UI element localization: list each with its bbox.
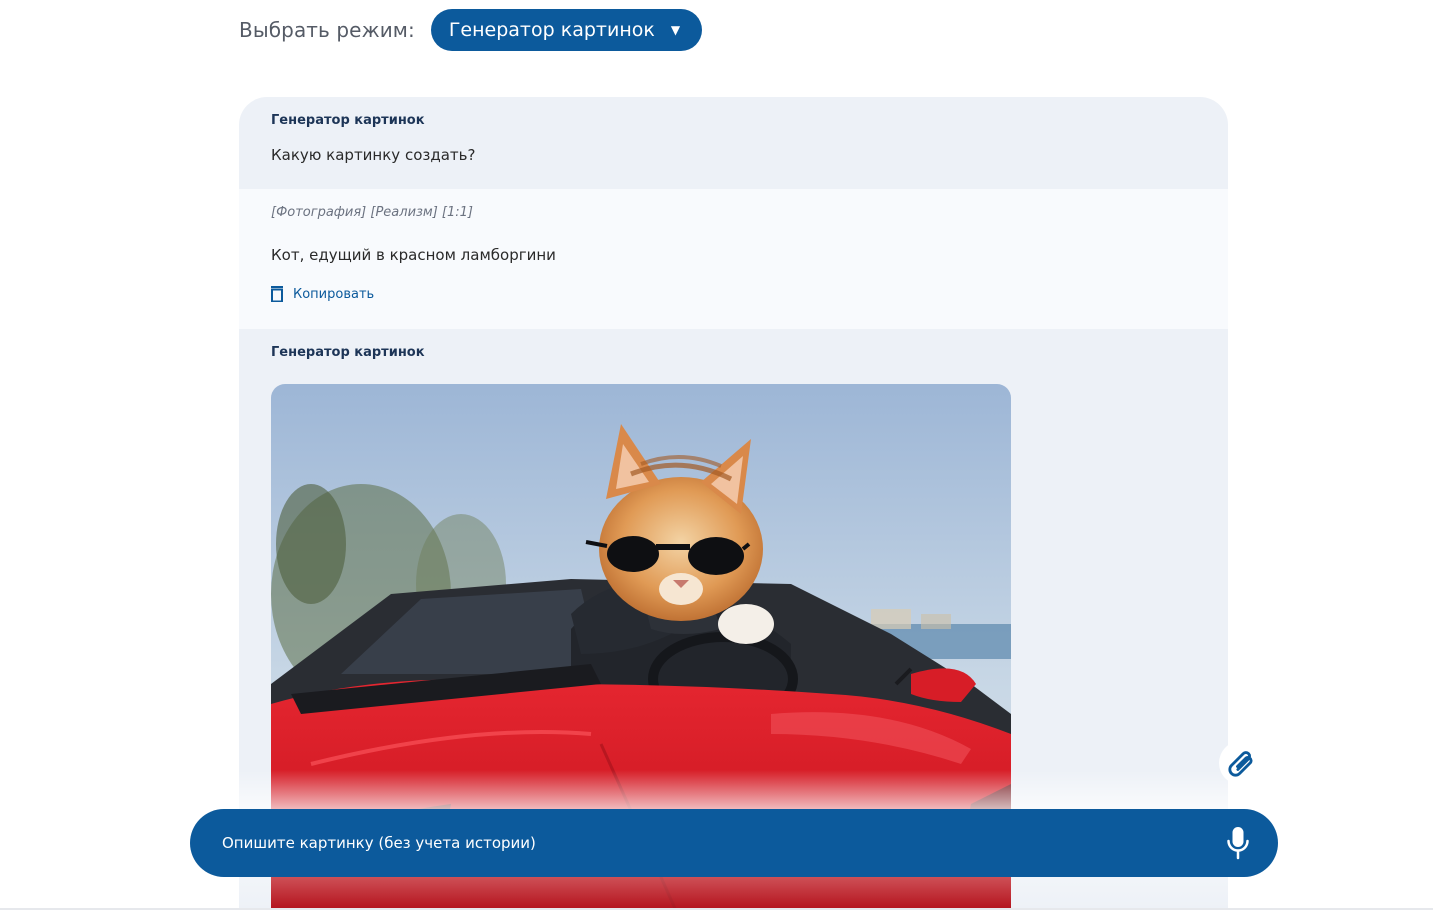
mode-selector-bar: Выбрать режим: Генератор картинок ▼ <box>239 9 703 51</box>
message-text: Какую картинку создать? <box>271 146 476 164</box>
chat-history[interactable]: Генератор картинок Какую картинку создат… <box>239 97 1228 910</box>
message-sender: Генератор картинок <box>271 113 425 128</box>
microphone-icon <box>1227 827 1249 860</box>
message-sender: Генератор картинок <box>271 345 425 360</box>
prompt-tags: [Фотография] [Реализм] [1:1] <box>271 205 474 220</box>
mode-label: Выбрать режим: <box>239 18 415 42</box>
paperclip-icon <box>1228 751 1253 777</box>
copy-icon <box>271 286 283 302</box>
caret-down-icon: ▼ <box>670 23 681 37</box>
copy-button[interactable]: Копировать <box>271 286 374 302</box>
mic-button[interactable] <box>1224 825 1252 861</box>
mode-dropdown[interactable]: Генератор картинок ▼ <box>430 9 703 51</box>
prompt-input[interactable] <box>222 834 1224 852</box>
prompt-composer <box>190 809 1278 877</box>
mode-dropdown-value: Генератор картинок <box>448 19 655 41</box>
copy-label: Копировать <box>293 286 375 302</box>
user-prompt-text: Кот, едущий в красном ламборгини <box>271 246 556 264</box>
attach-button[interactable] <box>1219 741 1263 785</box>
user-message: [Фотография] [Реализм] [1:1] Кот, едущий… <box>239 189 1228 329</box>
bot-message: Генератор картинок Какую картинку создат… <box>239 97 1228 189</box>
